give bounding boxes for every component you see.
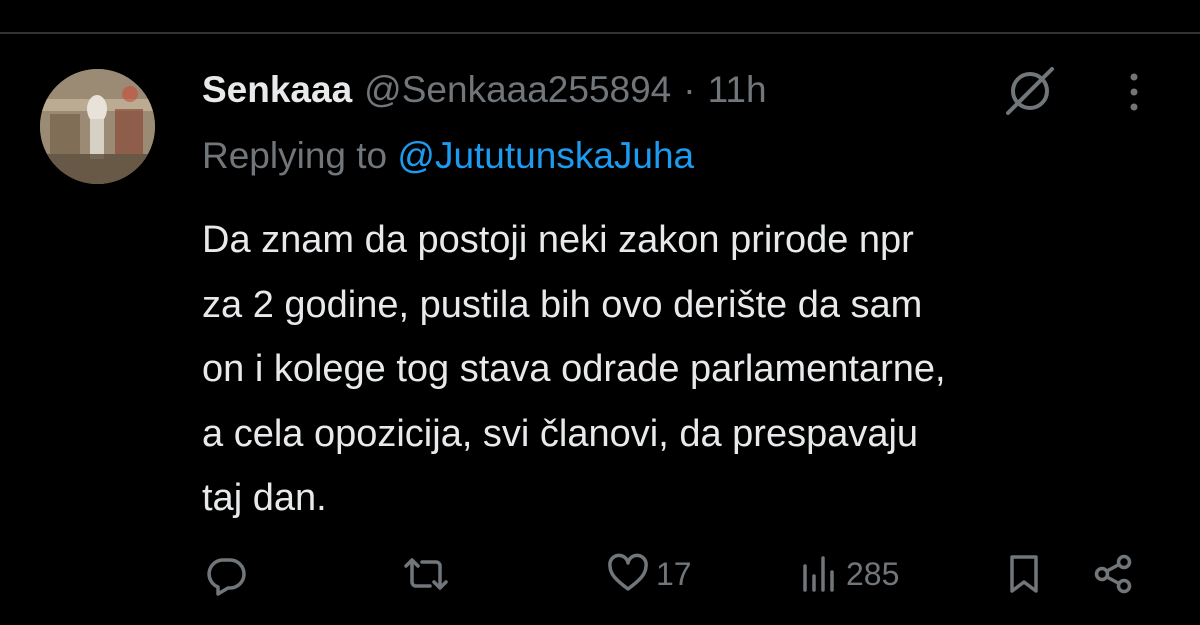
avatar[interactable] (40, 69, 155, 184)
tweet-text-line: Da znam da postoji neki zakon prirode np… (202, 219, 914, 261)
share-button[interactable] (1090, 544, 1136, 604)
tweet-header: Senkaaa @Senkaaa255894 · 11h (202, 66, 767, 114)
author-handle[interactable]: @Senkaaa255894 (364, 69, 671, 111)
tweet-text-line: taj dan. (202, 477, 327, 519)
tweet-text: Da znam da postoji neki zakon prirode np… (202, 208, 1182, 531)
timestamp[interactable]: 11h (708, 69, 767, 111)
more-icon[interactable] (1118, 70, 1150, 114)
heart-icon (608, 553, 648, 591)
bookmark-button[interactable] (1004, 544, 1044, 604)
tweet-text-line: za 2 godine, pustila bih ovo derište da … (202, 283, 923, 326)
action-bar: 17 285 (0, 544, 1200, 604)
views-count: 285 (846, 555, 900, 592)
replying-to-label: Replying to (202, 135, 388, 176)
reply-icon (207, 558, 246, 596)
avatar-image (40, 69, 155, 184)
like-count: 17 (656, 555, 692, 592)
top-divider (0, 32, 1200, 34)
bookmark-icon (1010, 555, 1038, 593)
tweet-text-line: a cela opozicija, svi članovi, da prespa… (202, 412, 919, 455)
tweet-text-line: on i kolege tog stava odrade parlamentar… (202, 348, 946, 390)
reply-button[interactable] (204, 544, 248, 604)
retweet-icon (404, 558, 448, 590)
retweet-button[interactable] (400, 544, 452, 604)
views-icon (803, 556, 834, 592)
grok-icon[interactable] (1000, 63, 1060, 119)
reply-to-handle[interactable]: @JututunskaJuha (397, 135, 694, 176)
replying-to: Replying to @JututunskaJuha (202, 135, 694, 177)
views-button[interactable]: 285 (800, 544, 899, 604)
author-name[interactable]: Senkaaa (202, 69, 352, 111)
share-icon (1094, 554, 1132, 594)
separator-dot: · (683, 69, 696, 110)
like-button[interactable]: 17 (606, 544, 692, 604)
